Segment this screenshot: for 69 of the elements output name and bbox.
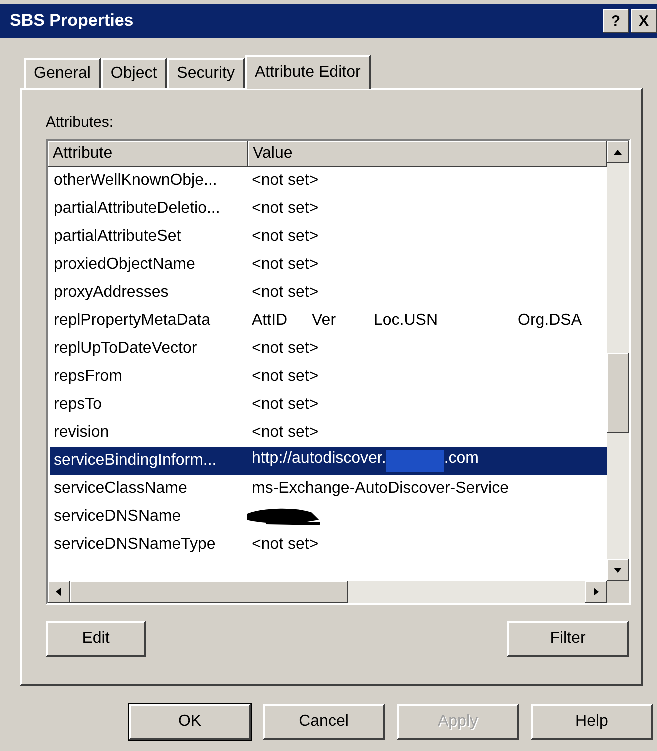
attributes-label: Attributes: — [46, 114, 115, 131]
dialog-button[interactable]: OK — [129, 704, 251, 740]
dialog-button[interactable]: Cancel — [263, 704, 385, 740]
value-cell-text: <not set> — [251, 284, 319, 302]
value-cell-text: <not set> — [251, 396, 319, 414]
attribute-cell-text: serviceBindingInform... — [53, 452, 218, 470]
attribute-cell-text: serviceClassName — [53, 480, 188, 498]
value-column-label: Loc.USN — [373, 312, 440, 330]
value-cell-text: <not set> — [251, 228, 319, 246]
value-cell-text: <not set> — [251, 340, 319, 358]
dialog-button[interactable]: Help — [531, 704, 653, 740]
attribute-cell-text: replUpToDateVector — [53, 340, 198, 358]
attribute-cell-text: proxyAddresses — [53, 284, 170, 302]
tab[interactable]: General — [24, 58, 101, 88]
value-column-label: AttID — [251, 312, 289, 330]
attribute-cell-text: serviceDNSName — [53, 508, 182, 526]
attribute-row[interactable]: replPropertyMetaData AttID Ver Loc.USN Org.DSA — [50, 307, 607, 335]
close-button[interactable]: X — [631, 9, 657, 33]
attribute-cell-text: replPropertyMetaData — [53, 312, 212, 330]
attribute-row[interactable]: proxiedObjectName <not set> — [50, 251, 607, 279]
attribute-row[interactable]: serviceDNSNameType <not set> — [50, 531, 607, 559]
attribute-row[interactable]: partialAttributeSet <not set> — [50, 223, 607, 251]
attribute-cell-text: partialAttributeSet — [53, 228, 182, 246]
down-arrow-icon — [613, 565, 623, 575]
value-cell-text: <not set> — [251, 368, 319, 386]
attribute-cell-text: partialAttributeDeletio... — [53, 200, 222, 218]
horizontal-scrollbar[interactable] — [48, 581, 607, 603]
right-arrow-icon — [591, 587, 601, 597]
redaction-mark — [386, 450, 444, 472]
attribute-cell-text: otherWellKnownObje... — [53, 172, 218, 190]
tab[interactable]: Security — [167, 58, 245, 88]
value-cell-text: <not set> — [251, 424, 319, 442]
window-title: SBS Properties — [10, 11, 134, 31]
attribute-row[interactable]: serviceDNSName — [50, 503, 607, 531]
attribute-row[interactable]: proxyAddresses <not set> — [50, 279, 607, 307]
value-cell-text: .com — [444, 450, 479, 469]
attribute-row[interactable]: replUpToDateVector <not set> — [50, 335, 607, 363]
attribute-row[interactable]: otherWellKnownObje... <not set> — [50, 167, 607, 195]
value-column-label: Org.DSA — [517, 312, 584, 330]
attribute-row[interactable]: repsFrom <not set> — [50, 363, 607, 391]
value-cell-text: <not set> — [251, 256, 319, 274]
scrollbar-corner — [607, 581, 629, 603]
value-cell-text: http://autodiscover. — [251, 450, 386, 469]
value-cell-text: ms-Exchange-AutoDiscover-Service — [251, 480, 509, 498]
scroll-thumb[interactable] — [70, 581, 348, 603]
value-column-label: Ver — [311, 312, 338, 330]
attribute-cell-text: serviceDNSNameType — [53, 536, 217, 554]
value-cell-text: <not set> — [251, 536, 319, 554]
scroll-thumb[interactable] — [607, 353, 629, 433]
left-arrow-icon — [54, 587, 64, 597]
attribute-cell-text: repsTo — [53, 396, 104, 414]
vertical-scrollbar[interactable] — [607, 141, 629, 581]
attribute-cell-text: repsFrom — [53, 368, 124, 386]
edit-button[interactable]: Edit — [46, 621, 146, 657]
tab[interactable]: Attribute Editor — [244, 55, 371, 89]
filter-button[interactable]: Filter — [507, 621, 629, 657]
value-cell-text: <not set> — [251, 200, 319, 218]
value-cell-text: <not set> — [251, 172, 319, 190]
column-header[interactable]: Attribute — [48, 141, 248, 167]
tab[interactable]: Object — [100, 58, 168, 88]
attribute-row[interactable]: serviceBindingInform... http://autodiscover. .com — [50, 447, 607, 475]
help-button[interactable]: ? — [603, 9, 629, 33]
attribute-row[interactable]: revision <not set> — [50, 419, 607, 447]
attribute-cell-text: proxiedObjectName — [53, 256, 196, 274]
attribute-cell-text: revision — [53, 424, 110, 442]
attribute-row[interactable]: partialAttributeDeletio... <not set> — [50, 195, 607, 223]
attribute-row[interactable]: repsTo <not set> — [50, 391, 607, 419]
column-header[interactable]: Value — [248, 141, 607, 167]
attribute-row[interactable]: serviceClassName ms-Exchange-AutoDiscover-Service — [50, 475, 607, 503]
